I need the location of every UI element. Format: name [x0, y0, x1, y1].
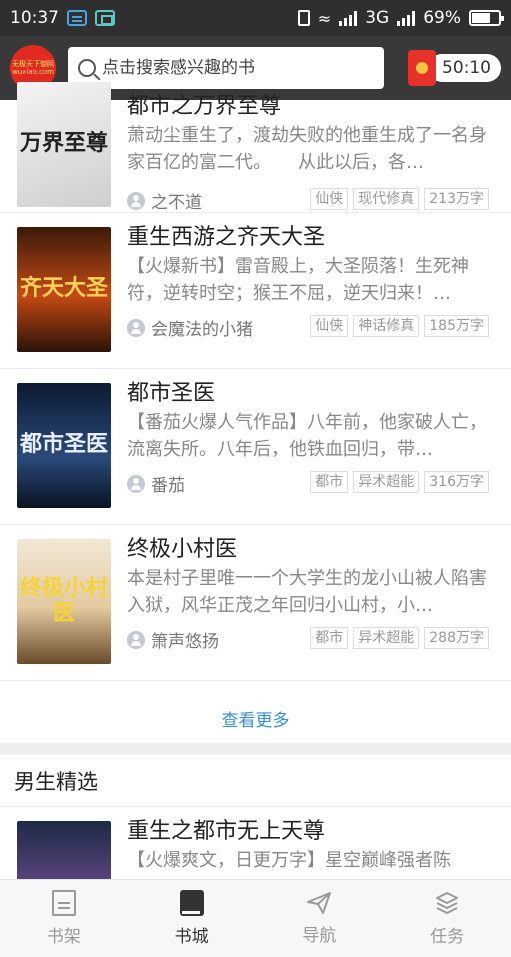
cover-title: 齐天大圣 — [19, 276, 108, 302]
bookshelf-icon — [51, 890, 76, 916]
logo-text: wuxiao.com — [12, 68, 54, 76]
paper-plane-icon — [306, 891, 332, 915]
battery-percent: 69% — [423, 8, 461, 28]
book-tags: 仙侠 现代修真 213万字 — [310, 188, 489, 210]
signal-icon-2 — [397, 10, 416, 26]
book-title: 重生西游之齐天大圣 — [127, 225, 326, 250]
reward-timer-button[interactable]: 50:10 — [408, 50, 501, 86]
cover-title: 都市圣医 — [19, 432, 108, 458]
subgenre-tag: 现代修真 — [353, 188, 420, 210]
cover-title: 终极小村医 — [19, 576, 108, 626]
author-name: 箫声悠扬 — [151, 632, 219, 652]
status-bar: 10:37 ≈ 3G 69% — [0, 0, 511, 36]
subgenre-tag: 异术超能 — [353, 471, 420, 493]
user-icon — [127, 474, 145, 493]
user-icon — [127, 318, 145, 337]
book-title: 都市之万界至尊 — [127, 94, 282, 119]
book-description: 萧动尘重生了，渡劫失败的他重生成了一名身家百亿的富二代。 从此以后，各… — [127, 125, 487, 173]
tab-label: 任务 — [430, 927, 465, 947]
status-time: 10:37 — [10, 8, 59, 28]
section-title: 男生精选 — [0, 755, 511, 807]
logo-text: 无极天下御网 — [12, 59, 54, 68]
status-indicators: ≈ 3G 69% — [297, 8, 504, 28]
tab-label: 书架 — [46, 927, 81, 947]
user-icon — [127, 630, 145, 649]
search-box[interactable] — [68, 47, 384, 89]
author-name: 番茄 — [151, 476, 185, 496]
word-count-tag: 288万字 — [424, 627, 489, 649]
book-cover: 万界至尊 — [17, 82, 111, 207]
word-count-tag: 185万字 — [424, 315, 489, 337]
wifi-icon: ≈ — [317, 8, 332, 28]
book-cover: 终极小村医 — [17, 539, 111, 664]
view-more-link[interactable]: 查看更多 — [0, 693, 511, 743]
book-author: 之不道 — [127, 188, 202, 213]
tab-label: 书城 — [174, 927, 209, 947]
book-cover: 齐天大圣 — [17, 227, 111, 352]
book-title: 终极小村医 — [127, 537, 238, 562]
book-cover: 都市圣医 — [17, 383, 111, 508]
book-description: 本是村子里唯一一个大学生的龙小山被人陷害入狱，风华正茂之年回归小山村，小… — [127, 568, 487, 616]
red-envelope-icon — [408, 50, 436, 86]
search-input[interactable] — [102, 58, 374, 78]
battery-icon — [469, 10, 504, 26]
genre-tag: 都市 — [310, 471, 349, 493]
bottom-tab-bar: 书架 书城 导航 任务 — [0, 879, 511, 957]
subgenre-tag: 异术超能 — [353, 627, 420, 649]
reward-timer: 50:10 — [428, 54, 501, 82]
network-type: 3G — [365, 8, 390, 28]
book-description: 【番茄火爆人气作品】八年前，他家破人亡，流离失所。八年后，他铁血回归，带… — [127, 412, 487, 460]
layers-icon — [435, 890, 459, 916]
book-author: 会魔法的小猪 — [127, 315, 253, 340]
book-item[interactable]: 万界至尊 都市之万界至尊 萧动尘重生了，渡劫失败的他重生成了一名身家百亿的富二代… — [0, 82, 511, 213]
word-count-tag: 213万字 — [424, 188, 489, 210]
author-name: 会魔法的小猪 — [151, 320, 253, 340]
subgenre-tag: 神话修真 — [353, 315, 420, 337]
tab-bookshelf[interactable]: 书架 — [0, 880, 128, 957]
vibrate-icon — [297, 10, 310, 26]
book-author: 番茄 — [127, 471, 185, 496]
tab-bookstore[interactable]: 书城 — [128, 880, 256, 957]
genre-tag: 仙侠 — [310, 188, 349, 210]
user-icon — [127, 191, 145, 210]
book-tags: 仙侠 神话修真 185万字 — [310, 315, 489, 337]
book-list: 万界至尊 都市之万界至尊 萧动尘重生了，渡劫失败的他重生成了一名身家百亿的富二代… — [0, 82, 511, 681]
tab-tasks[interactable]: 任务 — [383, 880, 511, 957]
tab-label: 导航 — [302, 926, 337, 946]
book-author: 箫声悠扬 — [127, 627, 219, 652]
book-description: 【火爆新书】雷音殿上，大圣陨落！生死神符，逆转时空；猴王不屈，逆天归来！… — [127, 256, 469, 304]
message-icon — [67, 10, 87, 26]
book-title: 都市圣医 — [127, 381, 216, 406]
tab-navigation[interactable]: 导航 — [256, 880, 384, 957]
book-item[interactable]: 都市圣医 都市圣医 【番茄火爆人气作品】八年前，他家破人亡，流离失所。八年后，他… — [0, 369, 511, 525]
book-title: 重生之都市无上天尊 — [127, 819, 326, 844]
search-icon — [78, 59, 96, 77]
genre-tag: 仙侠 — [310, 315, 349, 337]
word-count-tag: 316万字 — [424, 471, 489, 493]
genre-tag: 都市 — [310, 627, 349, 649]
book-item[interactable]: 齐天大圣 重生西游之齐天大圣 【火爆新书】雷音殿上，大圣陨落！生死神符，逆转时空… — [0, 213, 511, 369]
scan-icon — [95, 10, 115, 26]
book-tags: 都市 异术超能 288万字 — [310, 627, 489, 649]
signal-icon — [339, 10, 358, 26]
section-divider — [0, 743, 511, 755]
cover-title: 万界至尊 — [19, 131, 108, 157]
book-item[interactable]: 终极小村医 终极小村医 本是村子里唯一一个大学生的龙小山被人陷害入狱，风华正茂之… — [0, 525, 511, 681]
book-icon — [179, 890, 204, 916]
book-tags: 都市 异术超能 316万字 — [310, 471, 489, 493]
author-name: 之不道 — [151, 193, 202, 213]
